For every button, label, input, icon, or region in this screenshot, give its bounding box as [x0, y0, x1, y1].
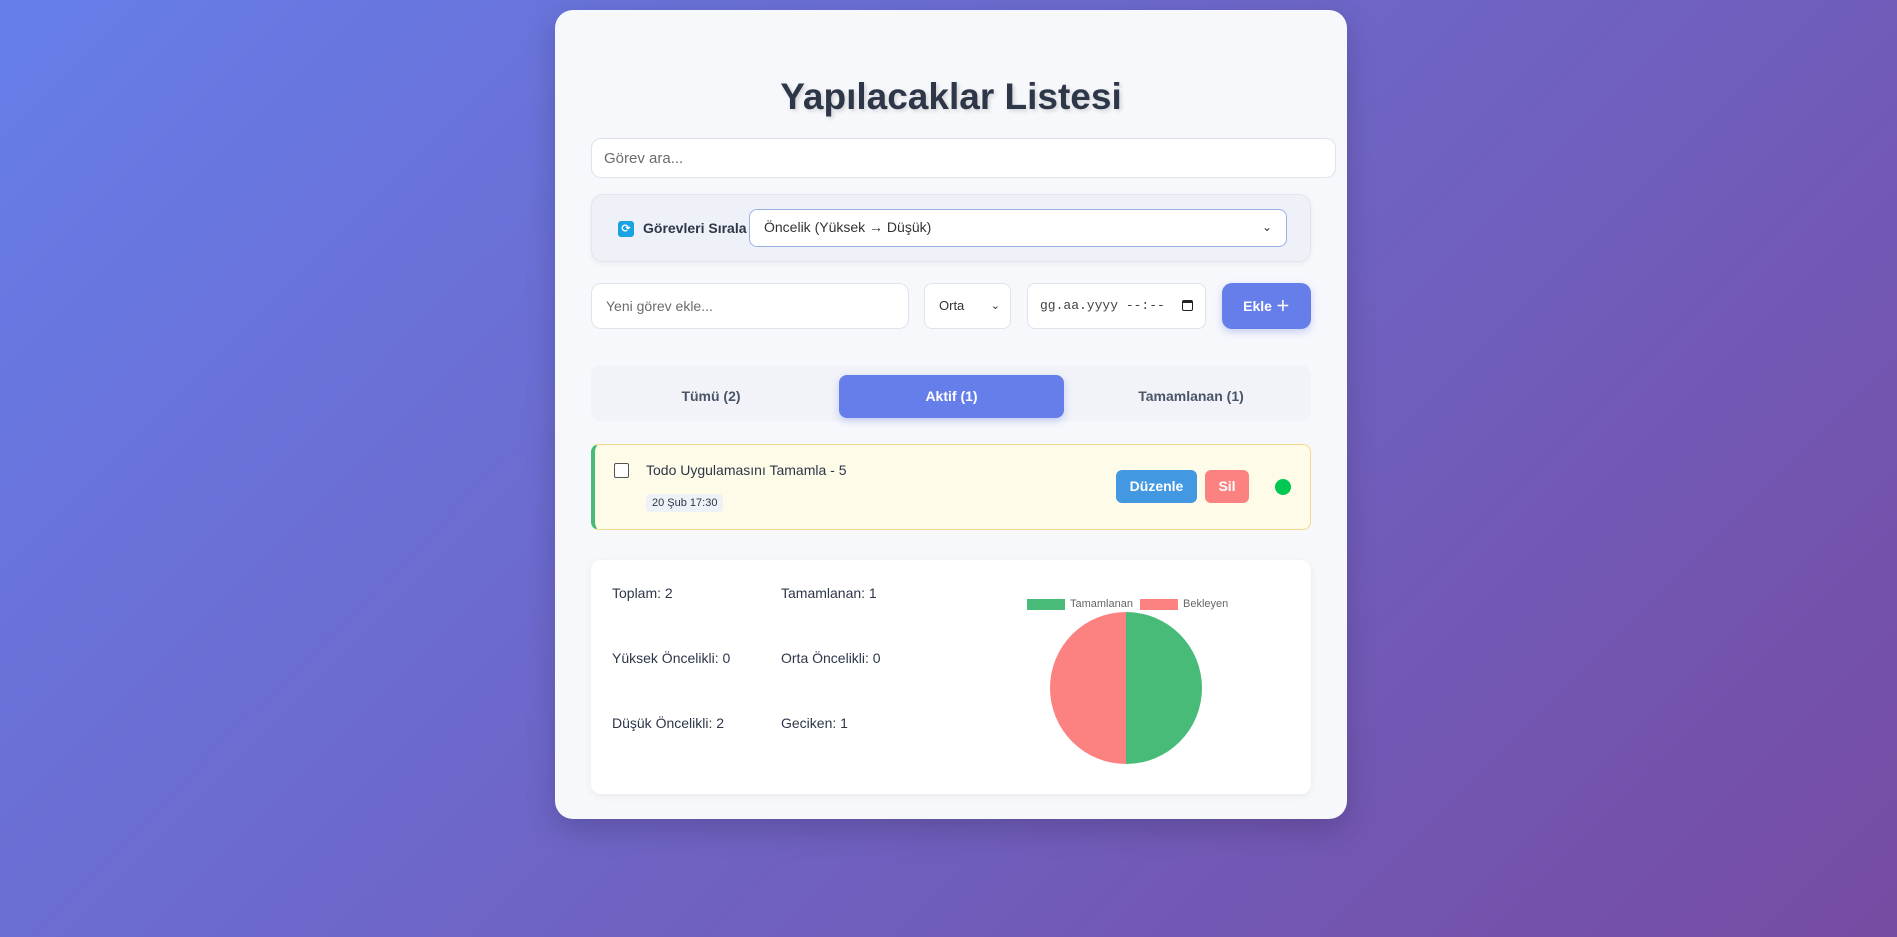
chevron-down-icon: ⌄	[1261, 220, 1272, 234]
filter-tabs: Tümü (2) Aktif (1) Tamamlanan (1)	[591, 365, 1311, 421]
pie-slice-pending	[1050, 612, 1126, 764]
stat-low: Düşük Öncelikli: 2	[612, 715, 725, 731]
new-task-input[interactable]: Yeni görev ekle...	[591, 283, 909, 329]
chevron-down-icon: ⌄	[990, 300, 1000, 312]
due-date-badge: 20 Şub 17:30	[646, 494, 724, 512]
priority-select[interactable]: Orta ⌄	[924, 283, 1011, 329]
sort-select[interactable]: Öncelik (Yüksek → Düşük) ⌄	[749, 209, 1287, 247]
stat-medium: Orta Öncelikli: 0	[781, 650, 881, 666]
delete-button[interactable]: Sil	[1205, 470, 1249, 503]
search-input[interactable]	[591, 138, 1336, 178]
pie-slice-completed	[1126, 612, 1202, 764]
date-placeholder: gg.aa.yyyy --:--	[1040, 298, 1165, 313]
sort-panel: ⟳ Görevleri Sırala Öncelik (Yüksek → Düş…	[591, 194, 1311, 262]
tab-all[interactable]: Tümü (2)	[591, 375, 831, 418]
todo-card: Yapılacaklar Listesi ⟳ Görevleri Sırala …	[555, 10, 1347, 819]
stat-total: Toplam: 2	[612, 585, 673, 601]
add-button[interactable]: Ekle ＋	[1222, 283, 1311, 329]
page-title: Yapılacaklar Listesi	[780, 76, 1122, 117]
tab-completed[interactable]: Tamamlanan (1)	[1071, 375, 1311, 418]
status-pie-chart	[1050, 612, 1202, 764]
stat-high: Yüksek Öncelikli: 0	[612, 650, 731, 666]
stats-panel: Toplam: 2 Tamamlanan: 1 Yüksek Öncelikli…	[591, 560, 1311, 794]
priority-value: Orta	[939, 298, 965, 313]
priority-indicator	[1275, 479, 1291, 495]
edit-button[interactable]: Düzenle	[1116, 470, 1197, 503]
calendar-icon[interactable]	[1182, 300, 1193, 311]
refresh-icon: ⟳	[618, 221, 634, 237]
todo-text: Todo Uygulamasını Tamamla - 5	[646, 462, 847, 478]
sort-selected-value: Öncelik (Yüksek → Düşük)	[764, 219, 932, 235]
todo-item: Todo Uygulamasını Tamamla - 5 20 Şub 17:…	[591, 444, 1311, 530]
sort-label: Görevleri Sırala	[643, 220, 747, 236]
due-date-input[interactable]: gg.aa.yyyy --:--	[1027, 283, 1206, 329]
stat-completed: Tamamlanan: 1	[781, 585, 877, 601]
stat-overdue: Geciken: 1	[781, 715, 848, 731]
new-task-placeholder: Yeni görev ekle...	[606, 298, 713, 314]
tab-active[interactable]: Aktif (1)	[839, 375, 1064, 418]
complete-checkbox[interactable]	[614, 463, 629, 478]
